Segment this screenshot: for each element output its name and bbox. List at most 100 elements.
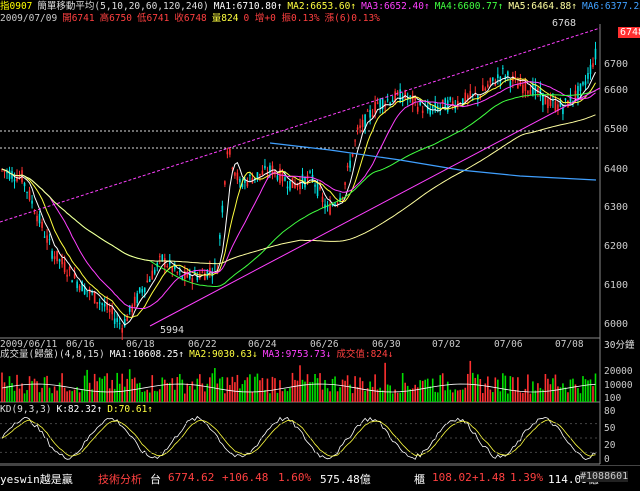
index-value: 6774.62 xyxy=(168,471,215,484)
volume-bar xyxy=(271,376,274,402)
volume-bar xyxy=(106,373,108,402)
market-taiwan: 台 xyxy=(150,473,161,486)
candle-body xyxy=(386,99,389,101)
volume-bar xyxy=(226,377,229,402)
volume-bar xyxy=(63,387,66,402)
volume-bar xyxy=(93,373,96,402)
candle-body xyxy=(36,215,38,222)
candle-body xyxy=(316,181,319,196)
volume-bar xyxy=(141,391,144,402)
kd-header: KD(9,3,3) K:82.32↑ D:70.61↑ xyxy=(0,404,158,415)
volume-bar xyxy=(23,393,26,402)
volume-bar xyxy=(153,390,156,402)
candle-body xyxy=(249,174,251,177)
price-chart[interactable] xyxy=(0,0,640,490)
volume-bar xyxy=(434,391,437,402)
volume-bar xyxy=(246,377,249,402)
volume-bar xyxy=(171,378,174,402)
volume-bar xyxy=(471,372,474,402)
candle-body xyxy=(487,84,489,88)
status-bar: yeswin越是贏 技術分析 台 6774.62 +106.48 1.60% 5… xyxy=(0,465,640,491)
candle-body xyxy=(171,267,174,272)
section-title[interactable]: 技術分析 xyxy=(98,471,142,487)
candle-body xyxy=(131,305,134,313)
candle-body xyxy=(319,186,321,190)
candle-body xyxy=(236,172,239,181)
index-percent: 1.60% xyxy=(278,471,312,484)
volume-bar xyxy=(562,383,564,402)
volume-bar xyxy=(276,392,279,402)
volume-bar xyxy=(229,384,231,402)
volume-bar xyxy=(161,377,164,402)
candle-body xyxy=(118,323,121,325)
volume-bar xyxy=(306,374,309,402)
volume-bar xyxy=(404,382,406,402)
candle-body xyxy=(346,165,349,168)
candle-body xyxy=(191,278,194,283)
volume-bar xyxy=(41,387,43,402)
volume-bar xyxy=(331,378,334,402)
volume-bar xyxy=(184,393,186,402)
volume-bar xyxy=(53,386,56,402)
period-selector[interactable]: 30分鐘 xyxy=(604,337,634,351)
volume-bar xyxy=(68,390,71,402)
volume-bar xyxy=(163,379,166,402)
volume-bar xyxy=(527,374,529,402)
price-tick: 6200 xyxy=(604,241,629,252)
volume-bar xyxy=(8,376,11,402)
volume-bar xyxy=(381,390,384,402)
volume-bar xyxy=(464,387,467,402)
volume-bar xyxy=(431,378,434,402)
volume-bar xyxy=(479,379,482,402)
volume-bar xyxy=(299,365,301,402)
volume-bar xyxy=(356,387,359,402)
volume-bar xyxy=(236,374,239,402)
volume-bar xyxy=(474,377,477,402)
kd-tick: 80 xyxy=(604,406,616,417)
volume-bar xyxy=(369,381,371,402)
volume-bar xyxy=(487,376,489,402)
volume-bar xyxy=(118,383,121,402)
ma4-line xyxy=(1,90,596,288)
candle-body xyxy=(116,318,118,323)
volume-bar xyxy=(294,379,296,402)
volume-bar xyxy=(537,383,539,402)
candle-body xyxy=(409,95,411,98)
volume-bar xyxy=(512,377,514,402)
volume-bar xyxy=(286,391,289,402)
candle-body xyxy=(244,180,246,183)
candle-body xyxy=(579,83,582,92)
volume-bar xyxy=(239,388,241,402)
candle-body xyxy=(562,108,564,115)
volume-bar xyxy=(166,383,169,402)
candle-body xyxy=(234,172,236,176)
volume-ma1: MA1:10608.25↑ xyxy=(109,349,185,360)
volume-bar xyxy=(406,385,409,402)
volume-bar xyxy=(346,375,349,402)
volume-tick: 20000 xyxy=(604,366,633,377)
volume-bar xyxy=(128,369,131,402)
volume-bar xyxy=(424,379,427,402)
price-tick: 6000 xyxy=(604,319,629,330)
volume-bar xyxy=(38,392,41,402)
volume-bar xyxy=(173,389,176,402)
low-price-label: 5994 xyxy=(160,325,185,336)
candle-body xyxy=(224,181,226,185)
candle-body xyxy=(547,99,549,109)
candle-body xyxy=(121,327,124,333)
volume-bar xyxy=(339,387,341,402)
volume-bar xyxy=(136,383,139,402)
candle-body xyxy=(286,186,289,189)
candle-body xyxy=(133,296,136,306)
candle-body xyxy=(58,259,61,262)
candle-body xyxy=(399,89,401,103)
volume-tick: 10000 xyxy=(604,380,633,391)
volume-bar xyxy=(429,386,432,402)
volume-bar xyxy=(344,380,346,402)
candle-body xyxy=(554,101,557,112)
candle-body xyxy=(517,84,519,89)
volume-bar xyxy=(509,376,512,402)
index-change: +106.48 xyxy=(222,471,269,484)
candle-body xyxy=(166,265,169,268)
candle-body xyxy=(43,236,46,238)
